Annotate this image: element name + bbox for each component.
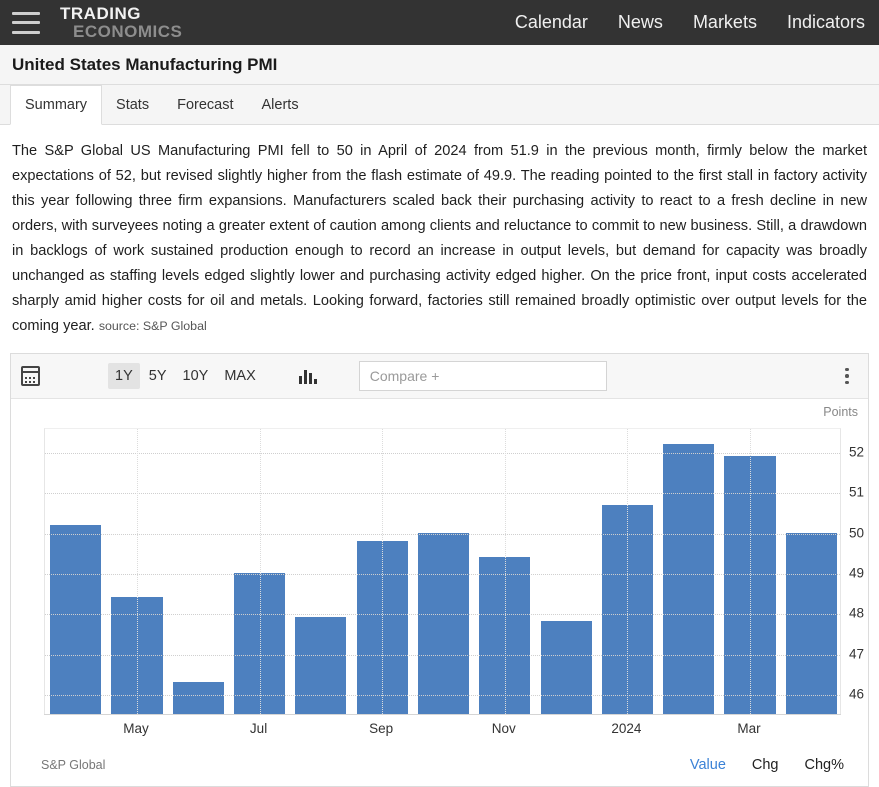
footer-tab-chg[interactable]: Chg <box>752 757 779 773</box>
logo-line-trading: TRADING <box>60 4 141 23</box>
bar-chart-icon[interactable] <box>298 369 317 384</box>
kebab-dot <box>845 374 849 378</box>
chart-bar[interactable] <box>663 444 715 714</box>
logo-line-economics: ECONOMICS <box>73 22 183 41</box>
chart-gridline-horizontal <box>45 614 840 616</box>
top-navigation-bar: TRADING ECONOMICS Calendar News Markets … <box>0 0 879 45</box>
chart-footer-tabs: Value Chg Chg% <box>690 757 854 773</box>
kebab-dot <box>845 367 849 372</box>
compare-placeholder-text: Compare + <box>369 368 440 384</box>
footer-tab-value[interactable]: Value <box>690 757 726 773</box>
chart-gridline-vertical <box>259 429 261 714</box>
chart-card: 1Y 5Y 10Y MAX Compare + Points 46 47 48 … <box>10 353 869 787</box>
chart-bar[interactable] <box>50 524 102 714</box>
chart-bar[interactable] <box>785 532 837 714</box>
chart-gridline-horizontal <box>45 574 840 575</box>
hamburger-line <box>12 30 40 34</box>
chart-bar[interactable] <box>295 617 347 714</box>
range-button-5y-label: 5Y <box>148 368 167 384</box>
compare-input[interactable]: Compare + <box>358 361 607 391</box>
nav-link-calendar[interactable]: Calendar <box>515 12 588 33</box>
hamburger-menu-icon[interactable] <box>12 11 40 34</box>
bar-chart-icon-bar <box>303 369 307 384</box>
tab-stats[interactable]: Stats <box>102 85 163 124</box>
chart-gridline-horizontal <box>45 453 840 455</box>
chart-y-tick-label: 49 <box>849 565 865 581</box>
kebab-menu-icon[interactable] <box>838 366 856 386</box>
chart-x-tick-label: May <box>123 721 149 736</box>
content-tabs: Summary Stats Forecast Alerts <box>0 85 879 125</box>
tab-summary-label: Summary <box>25 97 88 113</box>
kebab-dot <box>845 380 849 385</box>
chart-y-tick-label: 46 <box>849 686 865 702</box>
bar-chart-icon-bar <box>308 372 312 384</box>
description-text: The S&P Global US Manufacturing PMI fell… <box>12 143 867 334</box>
chart-bars-group <box>45 429 840 714</box>
chart-x-tick-label: Nov <box>491 721 516 736</box>
chart-y-tick-label: 51 <box>849 484 865 500</box>
range-button-10y[interactable]: 10Y <box>176 363 216 389</box>
chart-gridline-horizontal <box>45 654 840 656</box>
chart-gridline-horizontal <box>45 493 840 495</box>
tab-alerts[interactable]: Alerts <box>248 85 313 124</box>
chart-x-axis-line <box>44 714 841 715</box>
chart-x-tick-label: Mar <box>737 721 761 736</box>
range-button-1y-label: 1Y <box>115 368 133 384</box>
calendar-icon[interactable] <box>21 366 40 386</box>
hamburger-line <box>12 11 40 15</box>
range-button-5y[interactable]: 5Y <box>142 363 174 389</box>
page-title-bar: United States Manufacturing PMI <box>0 45 879 85</box>
chart-y-tick-label: 47 <box>849 646 865 662</box>
indicator-description: The S&P Global US Manufacturing PMI fell… <box>0 125 879 345</box>
chart-gridline-vertical <box>504 429 506 714</box>
chart-gridline-horizontal <box>45 533 840 535</box>
chart-gridline-vertical <box>750 429 752 714</box>
chart-x-tick-label: Jul <box>249 721 268 736</box>
tab-forecast-label: Forecast <box>177 96 234 113</box>
chart-x-tick-label: 2024 <box>611 721 642 736</box>
site-logo[interactable]: TRADING ECONOMICS <box>60 5 182 40</box>
chart-gridline-vertical <box>627 429 629 714</box>
tab-stats-label: Stats <box>116 96 150 113</box>
range-selector: 1Y 5Y 10Y MAX <box>108 363 263 389</box>
range-button-10y-label: 10Y <box>182 368 209 384</box>
chart-body: Points 46 47 48 49 50 51 52 May Jul Sep Nov 2024 Ma… <box>11 399 868 787</box>
chart-gridline-horizontal <box>45 694 840 696</box>
chart-bar[interactable] <box>172 681 224 714</box>
chart-plot-area <box>44 428 841 714</box>
chart-y-tick-label: 52 <box>849 444 865 460</box>
chart-bar[interactable] <box>417 532 470 714</box>
range-button-max-label: MAX <box>224 368 256 384</box>
chart-x-tick-label: Sep <box>369 721 394 736</box>
chart-y-tick-label: 50 <box>849 525 865 541</box>
chart-gridline-vertical <box>382 429 384 714</box>
hamburger-line <box>12 21 40 24</box>
chart-bar[interactable] <box>540 621 592 714</box>
tab-alerts-label: Alerts <box>261 96 299 113</box>
nav-link-markets[interactable]: Markets <box>693 12 757 33</box>
description-source: source: S&P Global <box>98 319 207 333</box>
primary-nav-links: Calendar News Markets Indicators <box>515 12 865 33</box>
tab-forecast[interactable]: Forecast <box>163 85 247 124</box>
chart-y-tick-label: 48 <box>849 605 865 621</box>
chart-source-label: S&P Global <box>41 758 106 772</box>
nav-link-news[interactable]: News <box>618 12 663 33</box>
range-button-1y[interactable]: 1Y <box>108 363 140 389</box>
tab-summary[interactable]: Summary <box>10 85 103 125</box>
nav-link-indicators[interactable]: Indicators <box>787 12 865 33</box>
footer-tab-chgpct[interactable]: Chg% <box>805 757 845 773</box>
range-button-max[interactable]: MAX <box>217 363 262 389</box>
chart-toolbar: 1Y 5Y 10Y MAX Compare + <box>11 354 868 399</box>
bar-chart-icon-bar <box>313 378 317 384</box>
chart-units-label: Points <box>823 405 858 419</box>
bar-chart-icon-bar <box>298 375 302 384</box>
chart-footer: S&P Global Value Chg Chg% <box>11 743 868 787</box>
page-title: United States Manufacturing PMI <box>12 54 278 74</box>
chart-gridline-vertical <box>136 429 138 714</box>
